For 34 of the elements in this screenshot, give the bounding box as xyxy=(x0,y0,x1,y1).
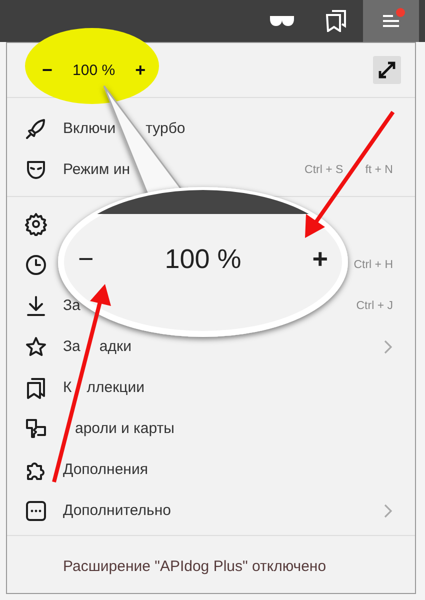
minus-sign: − xyxy=(78,244,94,275)
bookmarks-icon xyxy=(24,376,48,400)
glasses-icon[interactable] xyxy=(269,15,295,27)
star-icon xyxy=(24,334,48,358)
status-message: Расширение "APIdog Plus" отключено xyxy=(62,557,328,575)
shortcut-text: ft + N xyxy=(365,164,393,176)
menu-item-label[interactable]: Дополнительно xyxy=(63,502,171,519)
menu-item-label[interactable]: За xyxy=(63,297,80,314)
shortcut-text: Ctrl + H xyxy=(354,258,393,270)
menu-icon xyxy=(382,14,400,28)
menu-item-label[interactable]: ллекции xyxy=(86,379,145,396)
menu-item-label[interactable]: ароли и карты xyxy=(75,420,174,437)
plus-sign: + xyxy=(312,244,328,275)
more-icon xyxy=(24,498,48,522)
zoom-in-button[interactable]: + xyxy=(133,60,148,80)
download-icon xyxy=(24,294,48,318)
shortcut-text: Ctrl + J xyxy=(356,300,393,312)
menu-button[interactable] xyxy=(363,0,419,42)
menu-item-label[interactable]: К xyxy=(63,379,72,396)
expand-icon xyxy=(377,60,397,80)
menu-item-label[interactable]: За xyxy=(63,338,80,355)
bookmarks-icon[interactable] xyxy=(326,10,346,32)
zoom-out-button[interactable]: − xyxy=(40,60,55,80)
shortcut-text: Ctrl + S xyxy=(304,164,344,176)
zoom-level: 100 % xyxy=(72,62,116,78)
menu-item-label[interactable]: Включи xyxy=(63,120,116,137)
gear-icon xyxy=(24,212,48,236)
menu-item-label[interactable]: Дополнения xyxy=(63,461,148,478)
clock-icon xyxy=(24,252,48,276)
menu-item-label[interactable]: Режим ин xyxy=(63,161,130,178)
menu-item-label[interactable]: турбо xyxy=(146,120,186,137)
zoom-level: 100 % xyxy=(164,244,242,275)
fullscreen-button[interactable] xyxy=(373,56,401,84)
menu-item-label[interactable]: адки xyxy=(99,338,132,355)
